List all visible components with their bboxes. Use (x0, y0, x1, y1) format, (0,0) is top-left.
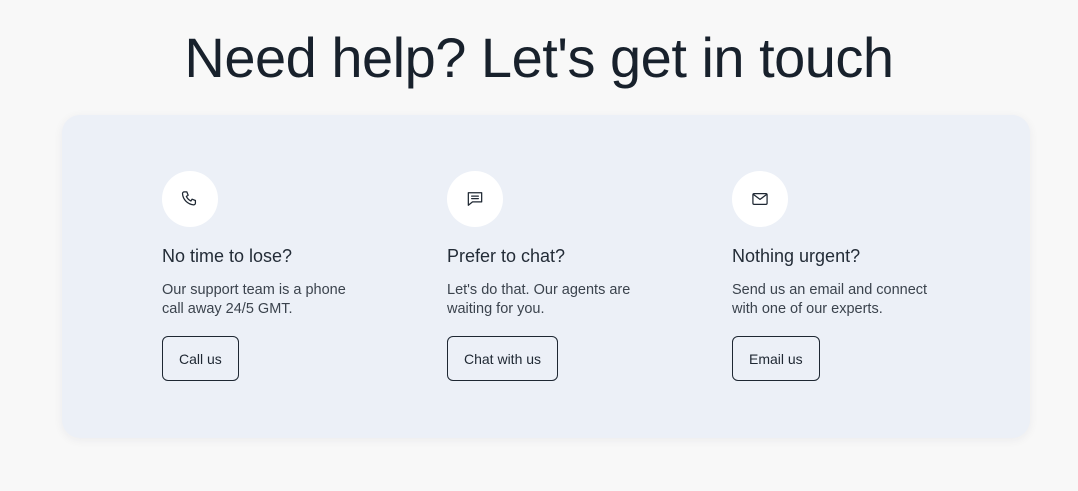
page-title: Need help? Let's get in touch (184, 26, 894, 89)
contact-option-description: Send us an email and connect with one of… (732, 282, 928, 317)
phone-icon-badge (162, 171, 218, 227)
contact-option-title: Nothing urgent? (732, 246, 861, 266)
contact-option-description: Let's do that. Our agents are waiting fo… (447, 282, 631, 317)
contact-option-title: No time to lose? (162, 246, 293, 266)
mail-icon-badge (732, 171, 788, 227)
page: Need help? Let's get in touch No time to… (0, 0, 1078, 491)
contact-card: No time to lose? Our support team is a p… (62, 115, 1030, 438)
email-us-button[interactable]: Email us (732, 336, 820, 381)
mail-icon (752, 192, 768, 206)
contact-option-chat: Prefer to chat? Let's do that. Our agent… (447, 171, 697, 381)
chat-with-us-button[interactable]: Chat with us (447, 336, 559, 381)
call-us-button[interactable]: Call us (162, 336, 239, 381)
contact-option-description: Our support team is a phone call away 24… (162, 282, 346, 317)
contact-option-email: Nothing urgent? Send us an email and con… (732, 171, 982, 381)
contact-option-phone: No time to lose? Our support team is a p… (162, 171, 412, 381)
chat-icon (467, 192, 483, 206)
contact-option-title: Prefer to chat? (447, 246, 566, 266)
chat-icon-badge (447, 171, 503, 227)
phone-icon (181, 191, 197, 206)
